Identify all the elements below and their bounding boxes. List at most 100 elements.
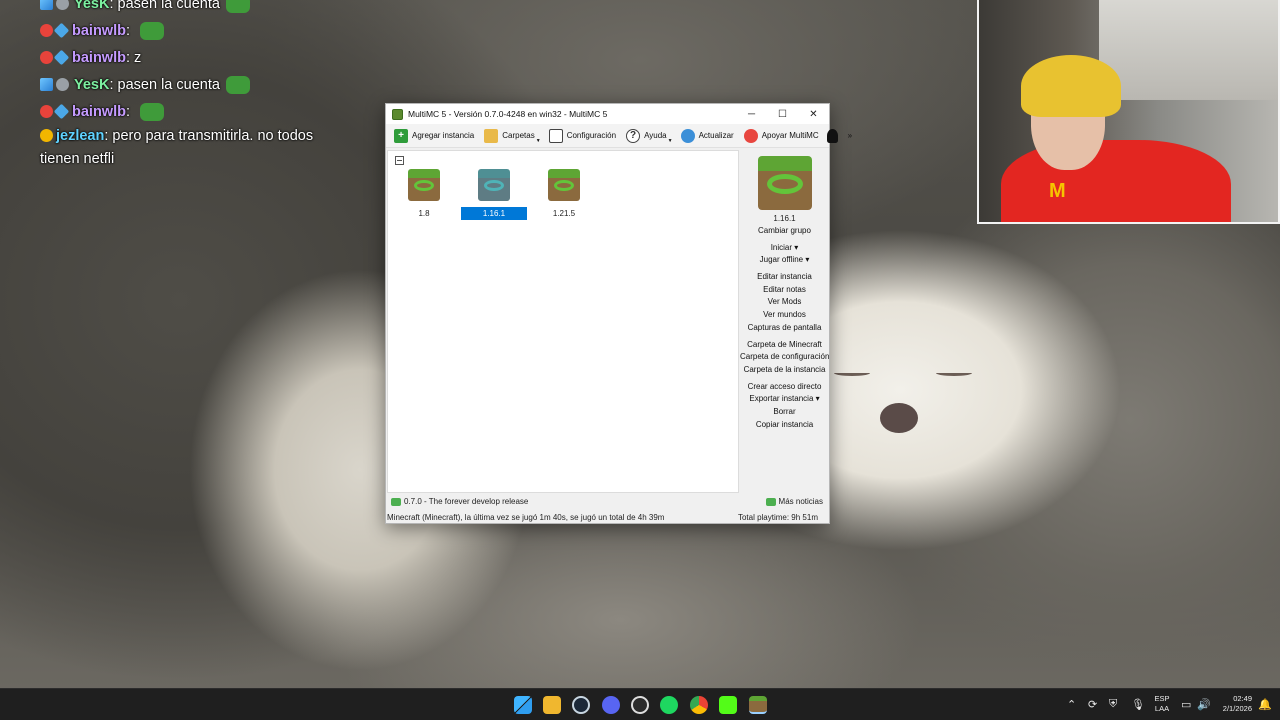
- obs-icon[interactable]: [631, 696, 649, 714]
- system-clock[interactable]: 02:49 2/1/2026: [1210, 694, 1252, 714]
- clock-time: 02:49: [1233, 694, 1252, 703]
- chat-message: bainwlb:: [40, 17, 350, 44]
- chat-username: jezlean: [56, 128, 105, 144]
- chat-username: bainwlb: [72, 49, 126, 66]
- more-news-button[interactable]: Más noticias: [779, 497, 828, 506]
- update-button[interactable]: Actualizar: [677, 126, 738, 146]
- badge-icon: [40, 105, 53, 118]
- view-mods-button[interactable]: Ver Mods: [740, 296, 829, 309]
- instance-name: 1.21.5: [552, 209, 576, 218]
- toolbar-overflow-button[interactable]: »: [846, 126, 854, 146]
- instance-name: 1.8: [418, 209, 430, 218]
- copy-instance-button[interactable]: Copiar instancia: [740, 419, 829, 432]
- config-folder-button[interactable]: Carpeta de configuración: [740, 351, 829, 364]
- emote-icon: [140, 21, 165, 40]
- collapse-group-icon[interactable]: [395, 156, 404, 165]
- export-instance-button[interactable]: Exportar instancia: [740, 393, 829, 406]
- chat-message: YesK: pasen la cuenta: [40, 0, 350, 17]
- news-icon: [391, 497, 401, 506]
- edit-notes-button[interactable]: Editar notas: [740, 284, 829, 297]
- chevron-down-icon: ▼: [667, 137, 673, 144]
- chevron-down-icon: ▼: [535, 137, 541, 144]
- folders-button[interactable]: Carpetas ▼: [480, 126, 544, 146]
- instance-name: 1.16.1: [461, 207, 527, 220]
- maximize-button[interactable]: ☐: [767, 104, 798, 124]
- microphone-icon[interactable]: 🎙: [1131, 698, 1145, 711]
- main-toolbar: + Agregar instancia Carpetas ▼ Configurac…: [386, 124, 852, 148]
- file-explorer-icon[interactable]: [543, 696, 561, 714]
- total-playtime: Total playtime: 9h 51m: [737, 512, 818, 522]
- window-titlebar[interactable]: MultiMC 5 - Versión 0.7.0-4248 en win32 …: [386, 104, 829, 124]
- wallpaper-fox-eye: [936, 370, 972, 376]
- wallpaper-fox-eye: [834, 370, 870, 376]
- instance-item[interactable]: 1.21.5: [531, 169, 597, 220]
- chat-username: YesK: [74, 0, 110, 12]
- instance-list[interactable]: 1.8 1.16.1 1.21.5: [387, 150, 739, 493]
- patreon-icon: [743, 128, 758, 143]
- chat-text: pasen la cuenta: [117, 0, 220, 12]
- update-cloud-icon: [680, 128, 695, 143]
- news-link[interactable]: 0.7.0 - The forever develop release: [404, 497, 762, 506]
- minecraft-instance-icon: [408, 169, 440, 201]
- cat-button[interactable]: [823, 126, 846, 146]
- instance-item-selected[interactable]: 1.16.1: [461, 169, 527, 220]
- clock-date: 2/1/2026: [1222, 704, 1252, 713]
- delete-button[interactable]: Borrar: [740, 406, 829, 419]
- window-title: MultiMC 5 - Versión 0.7.0-4248 en win32 …: [408, 109, 608, 119]
- support-multimc-button[interactable]: Apoyar MultiMC: [740, 126, 823, 146]
- settings-button[interactable]: Configuración: [545, 126, 620, 146]
- chat-message: bainwlb: z: [40, 44, 350, 71]
- volume-icon[interactable]: 🔊: [1197, 698, 1211, 711]
- instance-side-panel: 1.16.1 Cambiar grupo Iniciar Jugar offli…: [740, 150, 829, 493]
- selected-instance-name[interactable]: 1.16.1: [740, 214, 829, 225]
- launch-button[interactable]: Iniciar: [740, 242, 829, 255]
- badge-icon: [53, 22, 70, 39]
- selected-instance-icon[interactable]: [757, 156, 812, 210]
- change-group-button[interactable]: Cambiar grupo: [740, 225, 829, 238]
- chat-username: bainwlb: [72, 22, 126, 39]
- emote-icon: [140, 102, 165, 121]
- create-shortcut-button[interactable]: Crear acceso directo: [740, 381, 829, 394]
- minimize-button[interactable]: ─: [736, 104, 767, 124]
- spotify-icon[interactable]: [660, 696, 678, 714]
- chat-message: jezlean: pero para transmitirla. no todo…: [40, 128, 314, 167]
- instance-item[interactable]: 1.8: [391, 169, 457, 220]
- webcam-background: [1099, 0, 1278, 100]
- input-language[interactable]: ESP LAA: [1151, 694, 1173, 714]
- play-offline-button[interactable]: Jugar offline: [740, 254, 829, 267]
- moderator-badge-icon: [40, 0, 53, 10]
- edit-instance-button[interactable]: Editar instancia: [740, 271, 829, 284]
- network-icon[interactable]: ▭: [1181, 698, 1191, 711]
- emote-icon: [225, 0, 250, 13]
- discord-icon[interactable]: [602, 696, 620, 714]
- shield-icon[interactable]: ⛨: [1109, 698, 1117, 711]
- close-button[interactable]: ✕: [798, 104, 829, 124]
- multimc-icon[interactable]: [749, 696, 767, 714]
- minecraft-folder-button[interactable]: Carpeta de Minecraft: [740, 339, 829, 352]
- multimc-window: MultiMC 5 - Versión 0.7.0-4248 en win32 …: [385, 103, 852, 524]
- instance-folder-button[interactable]: Carpeta de la instancia: [740, 364, 829, 377]
- view-worlds-button[interactable]: Ver mundos: [740, 309, 829, 322]
- steam-icon[interactable]: [572, 696, 590, 714]
- webcam-overlay: M: [977, 0, 1280, 224]
- start-icon[interactable]: [514, 696, 532, 714]
- multimc-app-icon: [392, 108, 403, 120]
- moderator-badge-icon: [40, 78, 53, 91]
- chevron-up-icon[interactable]: ⌃: [1067, 698, 1076, 711]
- stream-chat: YesK: pasen la cuenta bainwlb: bainwlb: …: [40, 0, 350, 171]
- news-bar: 0.7.0 - The forever develop release Más …: [387, 495, 828, 508]
- help-button[interactable]: ? Ayuda ▼: [622, 126, 677, 146]
- cat-icon: [826, 128, 838, 143]
- kick-icon[interactable]: [719, 696, 737, 714]
- help-icon: ?: [626, 128, 641, 143]
- webcam-shirt-logo: M: [1049, 180, 1066, 202]
- folder-icon: [484, 128, 499, 143]
- chrome-icon[interactable]: [690, 696, 708, 714]
- add-instance-icon: +: [394, 128, 408, 143]
- sync-icon[interactable]: ⟳: [1088, 698, 1097, 711]
- webcam-beanie: [1021, 55, 1121, 117]
- minecraft-instance-icon: [478, 169, 510, 201]
- add-instance-button[interactable]: + Agregar instancia: [390, 126, 478, 146]
- screenshots-button[interactable]: Capturas de pantalla: [740, 322, 829, 335]
- notification-bell-icon[interactable]: 🔔: [1258, 698, 1272, 711]
